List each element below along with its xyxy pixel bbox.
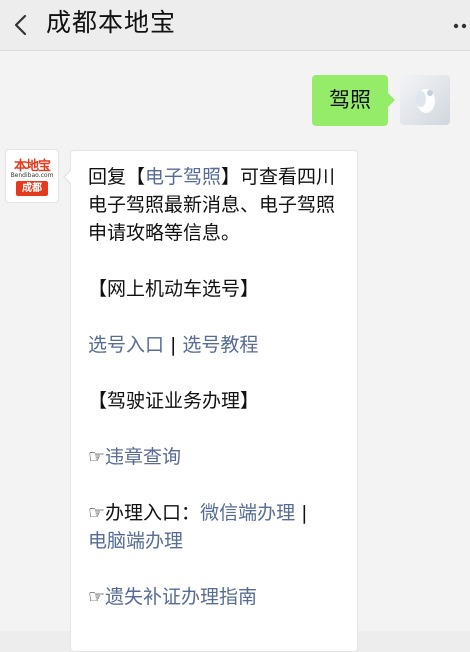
pointer-icon: ☞ (88, 446, 106, 468)
logo-url: Bendibao.com (10, 172, 54, 179)
select-tutorial-link[interactable]: 选号教程 (182, 334, 258, 356)
separator: | (170, 334, 177, 356)
violation-line: ☞违章查询 (88, 443, 352, 471)
section-title-license: 【驾驶证业务办理】 (88, 390, 260, 412)
chat-title: 成都本地宝 (46, 8, 177, 37)
lost-guide-line: ☞遗失补证办理指南 (88, 583, 352, 611)
separator: | (301, 502, 308, 524)
violation-query-link[interactable]: 违章查询 (105, 446, 181, 468)
reply-intro: 回复【电子驾照】可查看四川电子驾照最新消息、电子驾照申请攻略等信息。 (88, 166, 336, 244)
account-avatar[interactable]: 本地宝 Bendibao.com 成都 (6, 150, 58, 202)
entry-line: ☞办理入口：微信端办理 | 电脑端办理 (88, 499, 352, 555)
wechat-link[interactable]: 微信端办理 (200, 502, 295, 524)
section-title-plate-selection: 【网上机动车选号】 (88, 278, 260, 300)
reply-bubble: 回复【电子驾照】可查看四川电子驾照最新消息、电子驾照申请攻略等信息。 【网上机动… (63, 150, 358, 652)
more-icon[interactable] (452, 14, 470, 38)
pointer-icon: ☞ (88, 586, 106, 608)
entry-label: 办理入口： (105, 502, 201, 524)
pc-link[interactable]: 电脑端办理 (88, 530, 183, 552)
avatar-photo-icon (416, 89, 435, 113)
my-message-bubble[interactable]: 驾照 (312, 75, 395, 126)
keyword-link[interactable]: 电子驾照 (145, 166, 221, 188)
lost-guide-link[interactable]: 遗失补证办理指南 (105, 586, 257, 608)
logo-city-badge: 成都 (16, 181, 48, 196)
plate-selection-links: 选号入口 | 选号教程 (88, 331, 352, 359)
top-bar: 成都本地宝 (0, 0, 470, 51)
back-icon[interactable] (10, 14, 32, 36)
select-entry-link[interactable]: 选号入口 (88, 334, 164, 356)
pointer-icon: ☞ (88, 502, 106, 524)
my-avatar[interactable] (400, 75, 450, 125)
